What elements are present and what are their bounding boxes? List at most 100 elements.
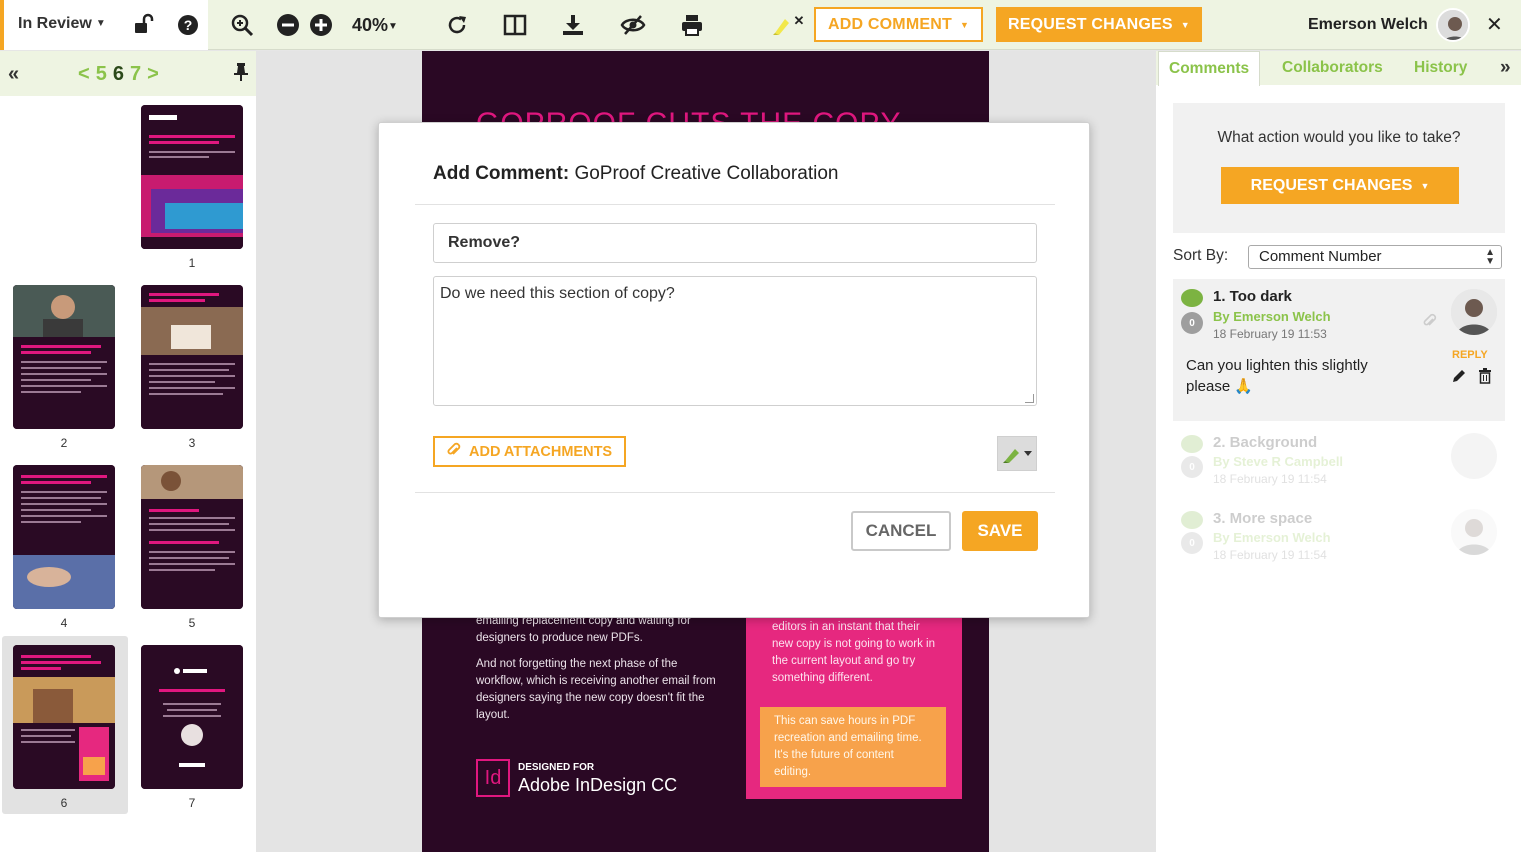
expand-panel-icon[interactable]: »	[1500, 57, 1511, 79]
comment-title: 1. Too dark	[1213, 288, 1292, 305]
select-arrows-icon: ▲ ▼	[1485, 247, 1495, 267]
close-icon[interactable]: ✕	[1486, 12, 1503, 37]
zoom-out-icon[interactable]	[275, 12, 301, 38]
compare-view-icon[interactable]	[502, 12, 528, 38]
reply-count-badge: 0	[1181, 312, 1203, 334]
zoom-fit-icon[interactable]	[229, 12, 255, 38]
refresh-icon[interactable]	[444, 12, 470, 38]
thumbnail-label: 7	[188, 796, 196, 810]
comment-author: By Emerson Welch	[1213, 309, 1331, 324]
next-pages-button[interactable]: >	[147, 63, 165, 85]
page-number-6[interactable]: 6	[113, 63, 130, 85]
marker-color-button[interactable]	[997, 436, 1037, 471]
help-icon[interactable]: ?	[177, 14, 199, 41]
comment-item[interactable]: 0 1. Too dark By Emerson Welch 18 Februa…	[1173, 279, 1505, 421]
modal-title-prefix: Add Comment:	[433, 163, 570, 184]
author-avatar	[1451, 433, 1497, 479]
comment-date: 18 February 19 11:54	[1213, 548, 1327, 562]
document-orange-callout: This can save hours in PDF recreation an…	[760, 707, 946, 787]
status-dropdown[interactable]: In Review ▼ ?	[0, 0, 208, 50]
tab-comments[interactable]: Comments	[1158, 51, 1261, 86]
divider	[415, 204, 1055, 205]
modal-title: Add Comment: GoProof Creative Collaborat…	[433, 163, 838, 185]
thumbnail-label: 4	[60, 616, 68, 630]
reply-count-badge: 0	[1181, 456, 1203, 478]
page-thumbnail-2[interactable]	[13, 285, 115, 429]
svg-text:?: ?	[184, 17, 193, 33]
status-dot-icon	[1181, 435, 1203, 453]
page-number-5[interactable]: 5	[96, 63, 113, 85]
sort-select[interactable]: Comment Number ▲ ▼	[1248, 245, 1502, 269]
comment-body-text: Do we need this section of copy?	[440, 285, 675, 302]
status-dot-icon	[1181, 511, 1203, 529]
marker-icon	[1003, 448, 1032, 463]
paperclip-icon	[447, 442, 461, 462]
page-thumbnail-1[interactable]	[141, 105, 243, 249]
trash-icon[interactable]	[1478, 368, 1492, 389]
status-dot-icon	[1181, 289, 1203, 307]
divider	[415, 492, 1055, 493]
comment-date: 18 February 19 11:53	[1213, 327, 1327, 341]
request-changes-button[interactable]: REQUEST CHANGES ▼	[1221, 167, 1459, 204]
pin-icon[interactable]	[234, 63, 248, 86]
comment-title: 3. More space	[1213, 510, 1313, 527]
document-paragraph: emailing replacement copy and waiting fo…	[476, 615, 691, 644]
resize-handle[interactable]	[1025, 394, 1034, 403]
thumbnail-label: 5	[188, 616, 196, 630]
top-toolbar: In Review ▼ ? 40%▼ ✕ ADD COMMENT ▼ REQUEST…	[0, 0, 1521, 50]
zoom-in-icon[interactable]	[308, 12, 334, 38]
indesign-product-name: Adobe InDesign CC	[518, 775, 678, 795]
page-thumbnail-3[interactable]	[141, 285, 243, 429]
designed-for-label: DESIGNED FOR	[518, 762, 595, 773]
comment-author: By Steve R Campbell	[1213, 454, 1344, 469]
page-thumbnail-5[interactable]	[141, 465, 243, 609]
comment-text: Can you lighten this slightly please 🙏	[1186, 357, 1368, 395]
comment-subject-input[interactable]: Remove?	[433, 223, 1037, 263]
save-button[interactable]: SAVE	[962, 511, 1038, 551]
page-thumbnail-4[interactable]	[13, 465, 115, 609]
comments-panel: Comments Collaborators History » What ac…	[1156, 51, 1521, 852]
comment-item[interactable]: 0 2. Background By Steve R Campbell 18 F…	[1173, 429, 1505, 495]
thumbnail-label: 3	[188, 436, 196, 450]
paperclip-icon[interactable]	[1423, 313, 1437, 334]
highlighter-icon[interactable]: ✕	[770, 12, 806, 38]
user-avatar[interactable]	[1436, 8, 1470, 42]
tab-collaborators[interactable]: Collaborators	[1272, 51, 1393, 85]
edit-icon[interactable]	[1451, 368, 1467, 389]
comment-item[interactable]: 0 3. More space By Emerson Welch 18 Febr…	[1173, 505, 1505, 571]
modal-title-document: GoProof Creative Collaboration	[574, 163, 839, 184]
tab-history[interactable]: History	[1404, 51, 1477, 85]
unlock-icon[interactable]	[132, 13, 154, 40]
status-label: In Review ▼	[18, 15, 106, 32]
prev-pages-button[interactable]: <	[78, 63, 96, 85]
download-icon[interactable]	[560, 12, 586, 38]
add-attachments-button[interactable]: ADD ATTACHMENTS	[433, 436, 627, 467]
user-name[interactable]: Emerson Welch	[1308, 16, 1428, 34]
request-changes-button[interactable]: REQUEST CHANGES ▼	[996, 7, 1202, 42]
cancel-button[interactable]: CANCEL	[851, 511, 951, 551]
action-box: What action would you like to take? REQU…	[1173, 103, 1505, 233]
page-number-7[interactable]: 7	[130, 63, 147, 85]
collapse-left-icon[interactable]: «	[8, 63, 19, 86]
page-pager: <567>	[78, 63, 165, 86]
zoom-level-dropdown[interactable]: 40%▼	[352, 15, 398, 36]
page-thumbnail-7[interactable]	[141, 645, 243, 789]
print-icon[interactable]	[679, 12, 705, 38]
comment-title: 2. Background	[1213, 434, 1318, 451]
action-question: What action would you like to take?	[1217, 129, 1461, 146]
reply-count-badge: 0	[1181, 532, 1203, 554]
page-thumbnail-6[interactable]	[13, 645, 115, 789]
comment-body-textarea[interactable]: Do we need this section of copy?	[433, 276, 1037, 406]
add-comment-button[interactable]: ADD COMMENT ▼	[814, 7, 984, 42]
thumbnail-label: 1	[188, 256, 196, 270]
page-thumbnails-panel: « <567> 1 2 3 4 5 6 7	[0, 51, 256, 852]
thumbnail-label: 6	[60, 796, 68, 810]
add-comment-modal: Add Comment: GoProof Creative Collaborat…	[378, 122, 1090, 618]
hide-annotations-icon[interactable]	[620, 12, 646, 38]
orange-callout-text: This can save hours in PDF recreation an…	[774, 715, 922, 778]
pink-callout-text: editors in an instant that their new cop…	[772, 621, 936, 684]
comment-date: 18 February 19 11:54	[1213, 472, 1327, 486]
reply-button[interactable]: REPLY	[1452, 349, 1488, 361]
author-avatar	[1451, 509, 1497, 555]
document-pink-callout: editors in an instant that their new cop…	[746, 611, 962, 799]
